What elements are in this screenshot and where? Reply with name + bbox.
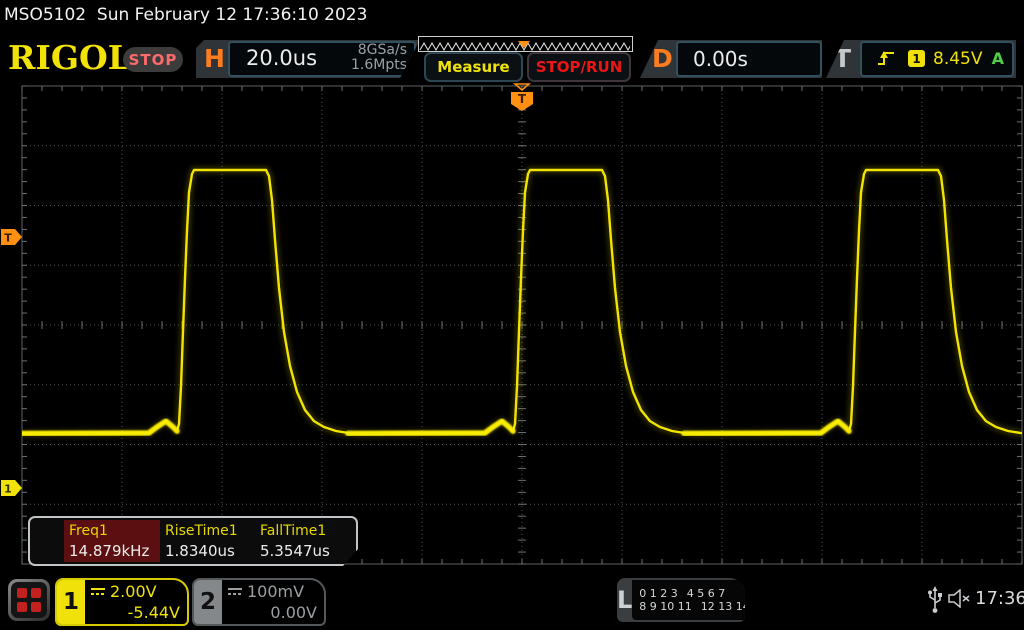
svg-text:1: 1 bbox=[4, 483, 12, 496]
clock: 17:36 bbox=[975, 588, 1024, 609]
channel1-offset: -5.44V bbox=[128, 603, 180, 622]
channel1-widget[interactable]: 1 2.00V -5.44V bbox=[55, 578, 189, 626]
logic-row: 4 5 6 7 bbox=[687, 588, 725, 600]
measurement-value: 5.3547us bbox=[260, 542, 330, 560]
speaker-muted-icon bbox=[948, 589, 972, 608]
measurement-label: Freq1 bbox=[69, 523, 108, 539]
measurement-label: RiseTime1 bbox=[165, 523, 238, 539]
channel2-number: 2 bbox=[194, 580, 222, 624]
channel2-offset: 0.00V bbox=[270, 603, 317, 622]
logic-row: 12 13 14 15 bbox=[701, 601, 745, 613]
measurement-freq1[interactable]: Freq1 14.879kHz bbox=[64, 520, 160, 562]
measurement-label: FallTime1 bbox=[260, 523, 326, 539]
logic-row: 8 9 10 11 bbox=[639, 601, 691, 613]
svg-text:T: T bbox=[4, 232, 12, 245]
measurement-risetime1[interactable]: RiseTime1 1.8340us bbox=[160, 520, 256, 562]
measurement-value: 1.8340us bbox=[165, 542, 235, 560]
measurement-panel: Freq1 14.879kHz RiseTime1 1.8340us FallT… bbox=[28, 516, 358, 566]
channel1-ground-marker[interactable]: 1 bbox=[1, 480, 22, 496]
menu-grid-icon bbox=[11, 582, 47, 618]
channel1-scale: 2.00V bbox=[110, 582, 157, 601]
logic-label: L bbox=[617, 578, 632, 622]
logic-channels-widget[interactable]: L 0 1 2 3 4 5 6 7 8 9 10 11 12 13 14 15 bbox=[617, 578, 745, 622]
dc-coupling-icon bbox=[90, 586, 106, 597]
measurement-value: 14.879kHz bbox=[69, 542, 149, 560]
svg-text:T: T bbox=[518, 92, 527, 106]
logic-row: 0 1 2 3 bbox=[639, 588, 677, 600]
measurement-falltime1[interactable]: FallTime1 5.3547us bbox=[255, 520, 351, 562]
channel1-number: 1 bbox=[57, 580, 85, 624]
menu-button[interactable] bbox=[8, 579, 50, 621]
oscilloscope-screen: MSO5102 Sun February 12 17:36:10 2023 RI… bbox=[0, 0, 1024, 630]
usb-icon bbox=[927, 586, 943, 614]
logic-channel-list: 0 1 2 3 4 5 6 7 8 9 10 11 12 13 14 15 bbox=[632, 580, 745, 620]
trigger-level-marker[interactable]: T bbox=[1, 229, 22, 245]
channel2-widget[interactable]: 2 100mV 0.00V bbox=[192, 578, 326, 626]
dc-coupling-icon bbox=[227, 586, 243, 597]
channel2-scale: 100mV bbox=[247, 582, 304, 601]
